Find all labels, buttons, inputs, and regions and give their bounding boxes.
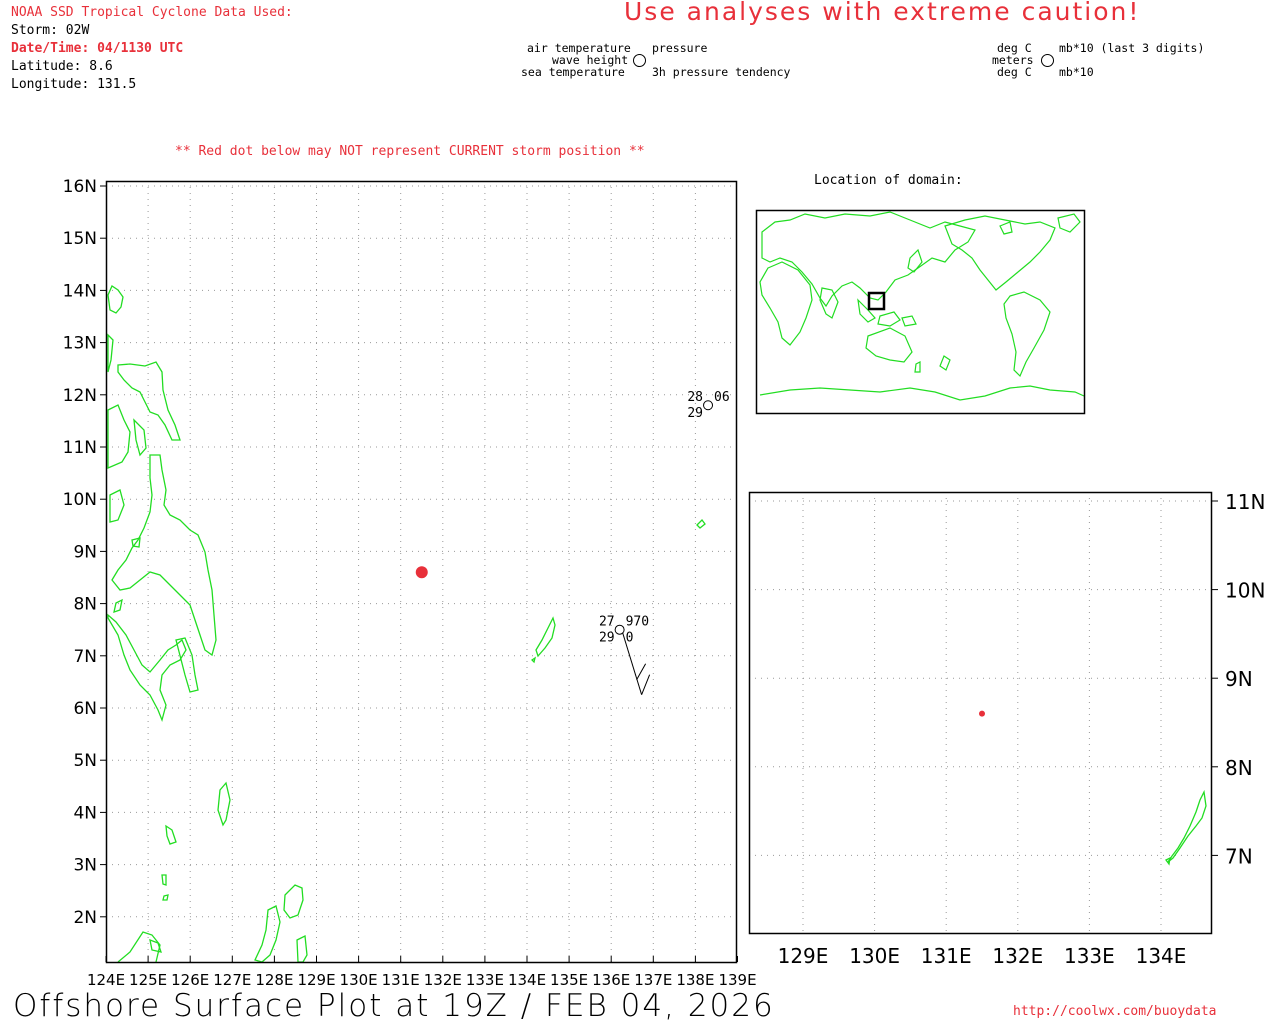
inset-lat-tick-label: 11N [1225, 490, 1265, 514]
inset-map-axis-labels: 129E 130E 131E 132E 133E 134E 11N 10N 9N 8N 7N [778, 490, 1266, 968]
inset-lat-tick-label: 10N [1225, 579, 1265, 603]
inset-lon-tick-label: 129E [778, 944, 829, 968]
inset-map-coastlines [1165, 789, 1207, 866]
inset-map-storm-marker [979, 710, 985, 717]
inset-lon-tick-label: 133E [1064, 944, 1115, 968]
plot-title: Offshore Surface Plot at 19Z / FEB 04, 2… [13, 988, 775, 1024]
source-url-link[interactable]: http://coolwx.com/buoydata [1013, 1004, 1217, 1019]
inset-lat-tick-label: 9N [1225, 667, 1253, 691]
inset-lon-tick-label: 134E [1136, 944, 1187, 968]
inset-lon-tick-label: 131E [921, 944, 972, 968]
inset-lat-tick-label: 7N [1225, 844, 1253, 868]
inset-lon-tick-label: 132E [992, 944, 1043, 968]
inset-map: 129E 130E 131E 132E 133E 134E 11N 10N 9N 8N 7N [748, 490, 1266, 968]
inset-lon-tick-label: 130E [849, 944, 900, 968]
inset-lat-tick-label: 8N [1225, 756, 1253, 780]
